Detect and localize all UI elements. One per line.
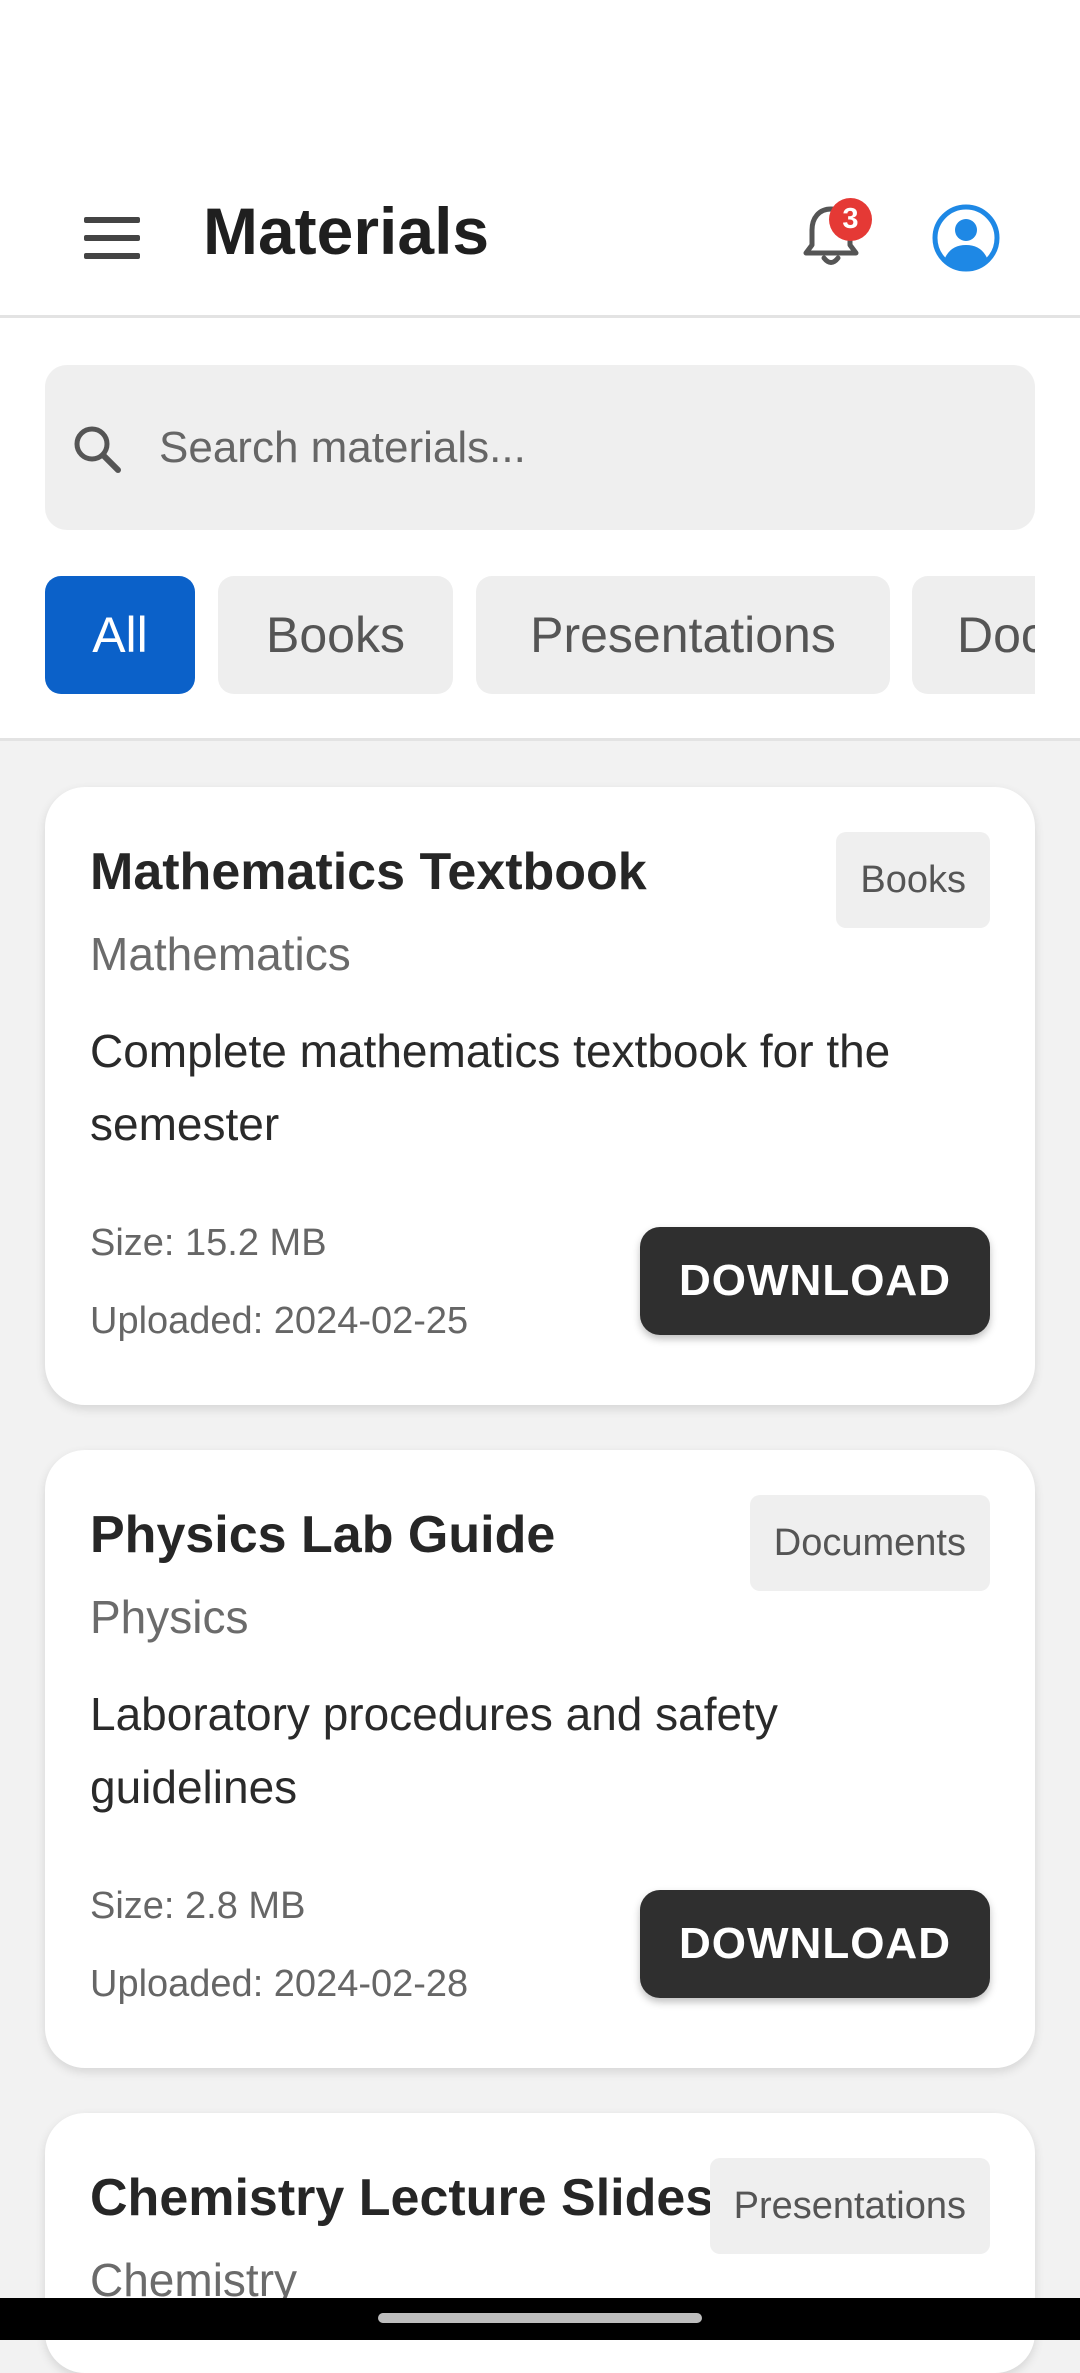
app-bar (0, 78, 1080, 318)
home-gesture-handle[interactable] (378, 2313, 702, 2323)
divider (0, 738, 1080, 741)
download-button[interactable]: DOWNLOAD (640, 1890, 990, 1998)
material-card: Physics Lab Guide Documents Physics Labo… (45, 1450, 1035, 2068)
material-title: Physics Lab Guide (90, 1506, 556, 1564)
profile-button[interactable] (930, 202, 1002, 274)
search-icon (74, 426, 121, 473)
material-card: Mathematics Textbook Books Mathematics C… (45, 787, 1035, 1405)
notification-badge: 3 (829, 198, 872, 241)
menu-button[interactable] (76, 202, 148, 274)
filter-chip-books[interactable]: Books (218, 576, 453, 694)
account-circle-icon (932, 204, 1000, 272)
material-size: Size: 2.8 MB (90, 1885, 306, 1927)
search-box[interactable] (45, 365, 1035, 530)
filter-chips: All Books Presentations Documents (45, 576, 1035, 694)
search-input[interactable] (157, 365, 1017, 530)
filter-chip-documents[interactable]: Documents (912, 576, 1035, 694)
material-title: Chemistry Lecture Slides (90, 2169, 715, 2227)
category-badge: Documents (749, 1495, 990, 1591)
filter-chip-all[interactable]: All (45, 576, 195, 694)
material-subject: Mathematics (90, 928, 351, 980)
filter-chip-presentations[interactable]: Presentations (476, 576, 890, 694)
material-title: Mathematics Textbook (90, 843, 647, 901)
material-upload-date: Uploaded: 2024-02-28 (90, 1963, 469, 2005)
material-upload-date: Uploaded: 2024-02-25 (90, 1300, 469, 1342)
material-description: Complete mathematics textbook for the se… (90, 1025, 891, 1150)
category-badge: Presentations (709, 2158, 990, 2254)
category-badge: Books (836, 832, 990, 928)
material-subject: Physics (90, 1591, 249, 1643)
status-bar (0, 0, 1080, 78)
material-description: Laboratory procedures and safety guideli… (90, 1688, 778, 1813)
material-size: Size: 15.2 MB (90, 1222, 327, 1264)
download-button[interactable]: DOWNLOAD (640, 1227, 990, 1335)
hamburger-menu-icon (84, 217, 140, 259)
page-title: Materials (203, 194, 490, 268)
